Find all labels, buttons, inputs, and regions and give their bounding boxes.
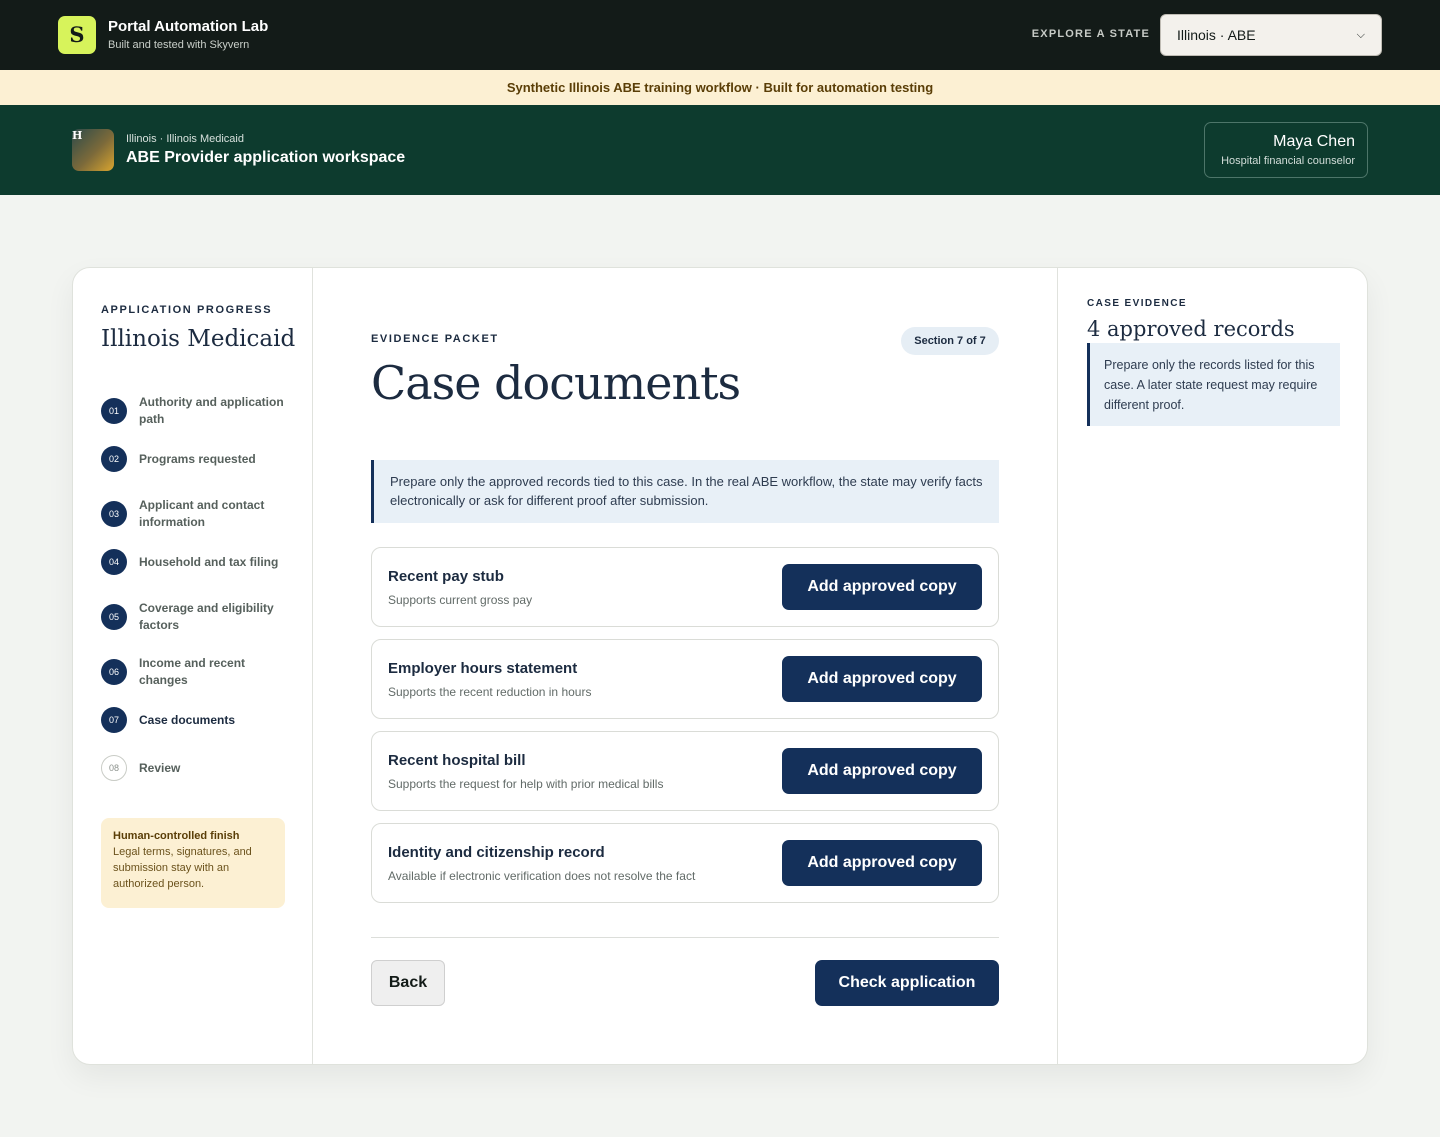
breadcrumb: Illinois · Illinois Medicaid — [126, 133, 244, 145]
document-row-hospital-bill: Recent hospital bill Supports the reques… — [371, 731, 999, 811]
add-approved-copy-button[interactable]: Add approved copy — [782, 748, 982, 794]
finish-title: Human-controlled finish — [113, 830, 240, 842]
document-title: Recent hospital bill — [388, 752, 526, 769]
step-review[interactable]: 08 Review — [101, 755, 289, 781]
progress-label: APPLICATION PROGRESS — [101, 304, 273, 316]
user-name: Maya Chen — [1273, 133, 1355, 150]
step-number: 02 — [101, 446, 127, 472]
user-card[interactable]: Maya Chen Hospital financial counselor — [1204, 122, 1368, 178]
step-household[interactable]: 04 Household and tax filing — [101, 549, 289, 575]
step-label: Programs requested — [139, 451, 256, 466]
document-row-pay-stub: Recent pay stub Supports current gross p… — [371, 547, 999, 627]
form-divider — [371, 937, 999, 938]
document-title: Employer hours statement — [388, 660, 578, 677]
app-logo: S — [58, 16, 96, 54]
document-subtitle: Available if electronic verification doe… — [388, 869, 696, 883]
top-bar: S Portal Automation Lab Built and tested… — [0, 0, 1440, 70]
add-approved-copy-button[interactable]: Add approved copy — [782, 564, 982, 610]
step-authority[interactable]: 01 Authority and application path — [101, 394, 289, 428]
step-case-documents[interactable]: 07 Case documents — [101, 707, 289, 733]
explore-state-label: EXPLORE A STATE — [1031, 28, 1150, 40]
step-number: 08 — [101, 755, 127, 781]
page-title: Case documents — [371, 356, 741, 410]
case-evidence-label: CASE EVIDENCE — [1087, 298, 1187, 309]
provider-avatar-letter: H — [72, 129, 83, 142]
section-badge: Section 7 of 7 — [901, 327, 999, 355]
step-label: Case documents — [139, 712, 236, 727]
document-row-identity: Identity and citizenship record Availabl… — [371, 823, 999, 903]
info-notice: Prepare only the approved records tied t… — [371, 460, 999, 523]
case-evidence-note: Prepare only the records listed for this… — [1087, 343, 1340, 426]
step-label: Coverage and eligibility factors — [139, 601, 274, 632]
step-label: Household and tax filing — [139, 554, 279, 569]
state-select[interactable]: Illinois · ABE ⌵ — [1160, 14, 1382, 56]
approved-records-count: 4 approved records — [1087, 317, 1295, 341]
add-approved-copy-button[interactable]: Add approved copy — [782, 656, 982, 702]
step-number: 04 — [101, 549, 127, 575]
document-subtitle: Supports current gross pay — [388, 593, 533, 607]
case-evidence-panel: CASE EVIDENCE 4 approved records Prepare… — [1058, 268, 1368, 1064]
step-number: 01 — [101, 398, 127, 424]
document-subtitle: Supports the recent reduction in hours — [388, 685, 592, 699]
section-eyebrow: EVIDENCE PACKET — [371, 333, 499, 345]
document-row-hours-statement: Employer hours statement Supports the re… — [371, 639, 999, 719]
step-income[interactable]: 06 Income and recent changes — [101, 655, 289, 689]
human-finish-note: Human-controlled finish Legal terms, sig… — [101, 818, 285, 908]
step-coverage[interactable]: 05 Coverage and eligibility factors — [101, 600, 289, 634]
step-label: Authority and application path — [139, 395, 284, 426]
document-title: Recent pay stub — [388, 568, 504, 585]
add-approved-copy-button[interactable]: Add approved copy — [782, 840, 982, 886]
step-number: 07 — [101, 707, 127, 733]
step-applicant[interactable]: 03 Applicant and contact information — [101, 497, 289, 531]
step-programs[interactable]: 02 Programs requested — [101, 446, 289, 472]
evidence-form: EVIDENCE PACKET Section 7 of 7 Case docu… — [313, 268, 1058, 1064]
provider-header: H Illinois · Illinois Medicaid ABE Provi… — [0, 105, 1440, 195]
user-role: Hospital financial counselor — [1221, 155, 1355, 167]
back-button[interactable]: Back — [371, 960, 445, 1006]
application-card: APPLICATION PROGRESS Illinois Medicaid 0… — [72, 267, 1368, 1065]
step-label: Applicant and contact information — [139, 498, 265, 529]
training-banner: Synthetic Illinois ABE training workflow… — [0, 70, 1440, 105]
step-number: 05 — [101, 604, 127, 630]
document-subtitle: Supports the request for help with prior… — [388, 777, 664, 791]
progress-sidebar: APPLICATION PROGRESS Illinois Medicaid 0… — [73, 268, 313, 1064]
state-select-value: Illinois · ABE — [1177, 27, 1256, 43]
step-label: Review — [139, 760, 181, 775]
check-application-button[interactable]: Check application — [815, 960, 999, 1006]
brand-subtitle: Built and tested with Skyvern — [108, 39, 250, 51]
document-title: Identity and citizenship record — [388, 844, 605, 861]
program-title: Illinois Medicaid — [101, 326, 296, 352]
step-number: 06 — [101, 659, 127, 685]
step-label: Income and recent changes — [139, 656, 246, 687]
finish-text: Legal terms, signatures, and submission … — [113, 846, 252, 890]
brand-title: Portal Automation Lab — [108, 18, 269, 35]
chevron-down-icon: ⌵ — [1356, 28, 1365, 41]
workspace-title: ABE Provider application workspace — [126, 149, 406, 166]
provider-avatar: H — [72, 129, 114, 171]
step-number: 03 — [101, 501, 127, 527]
